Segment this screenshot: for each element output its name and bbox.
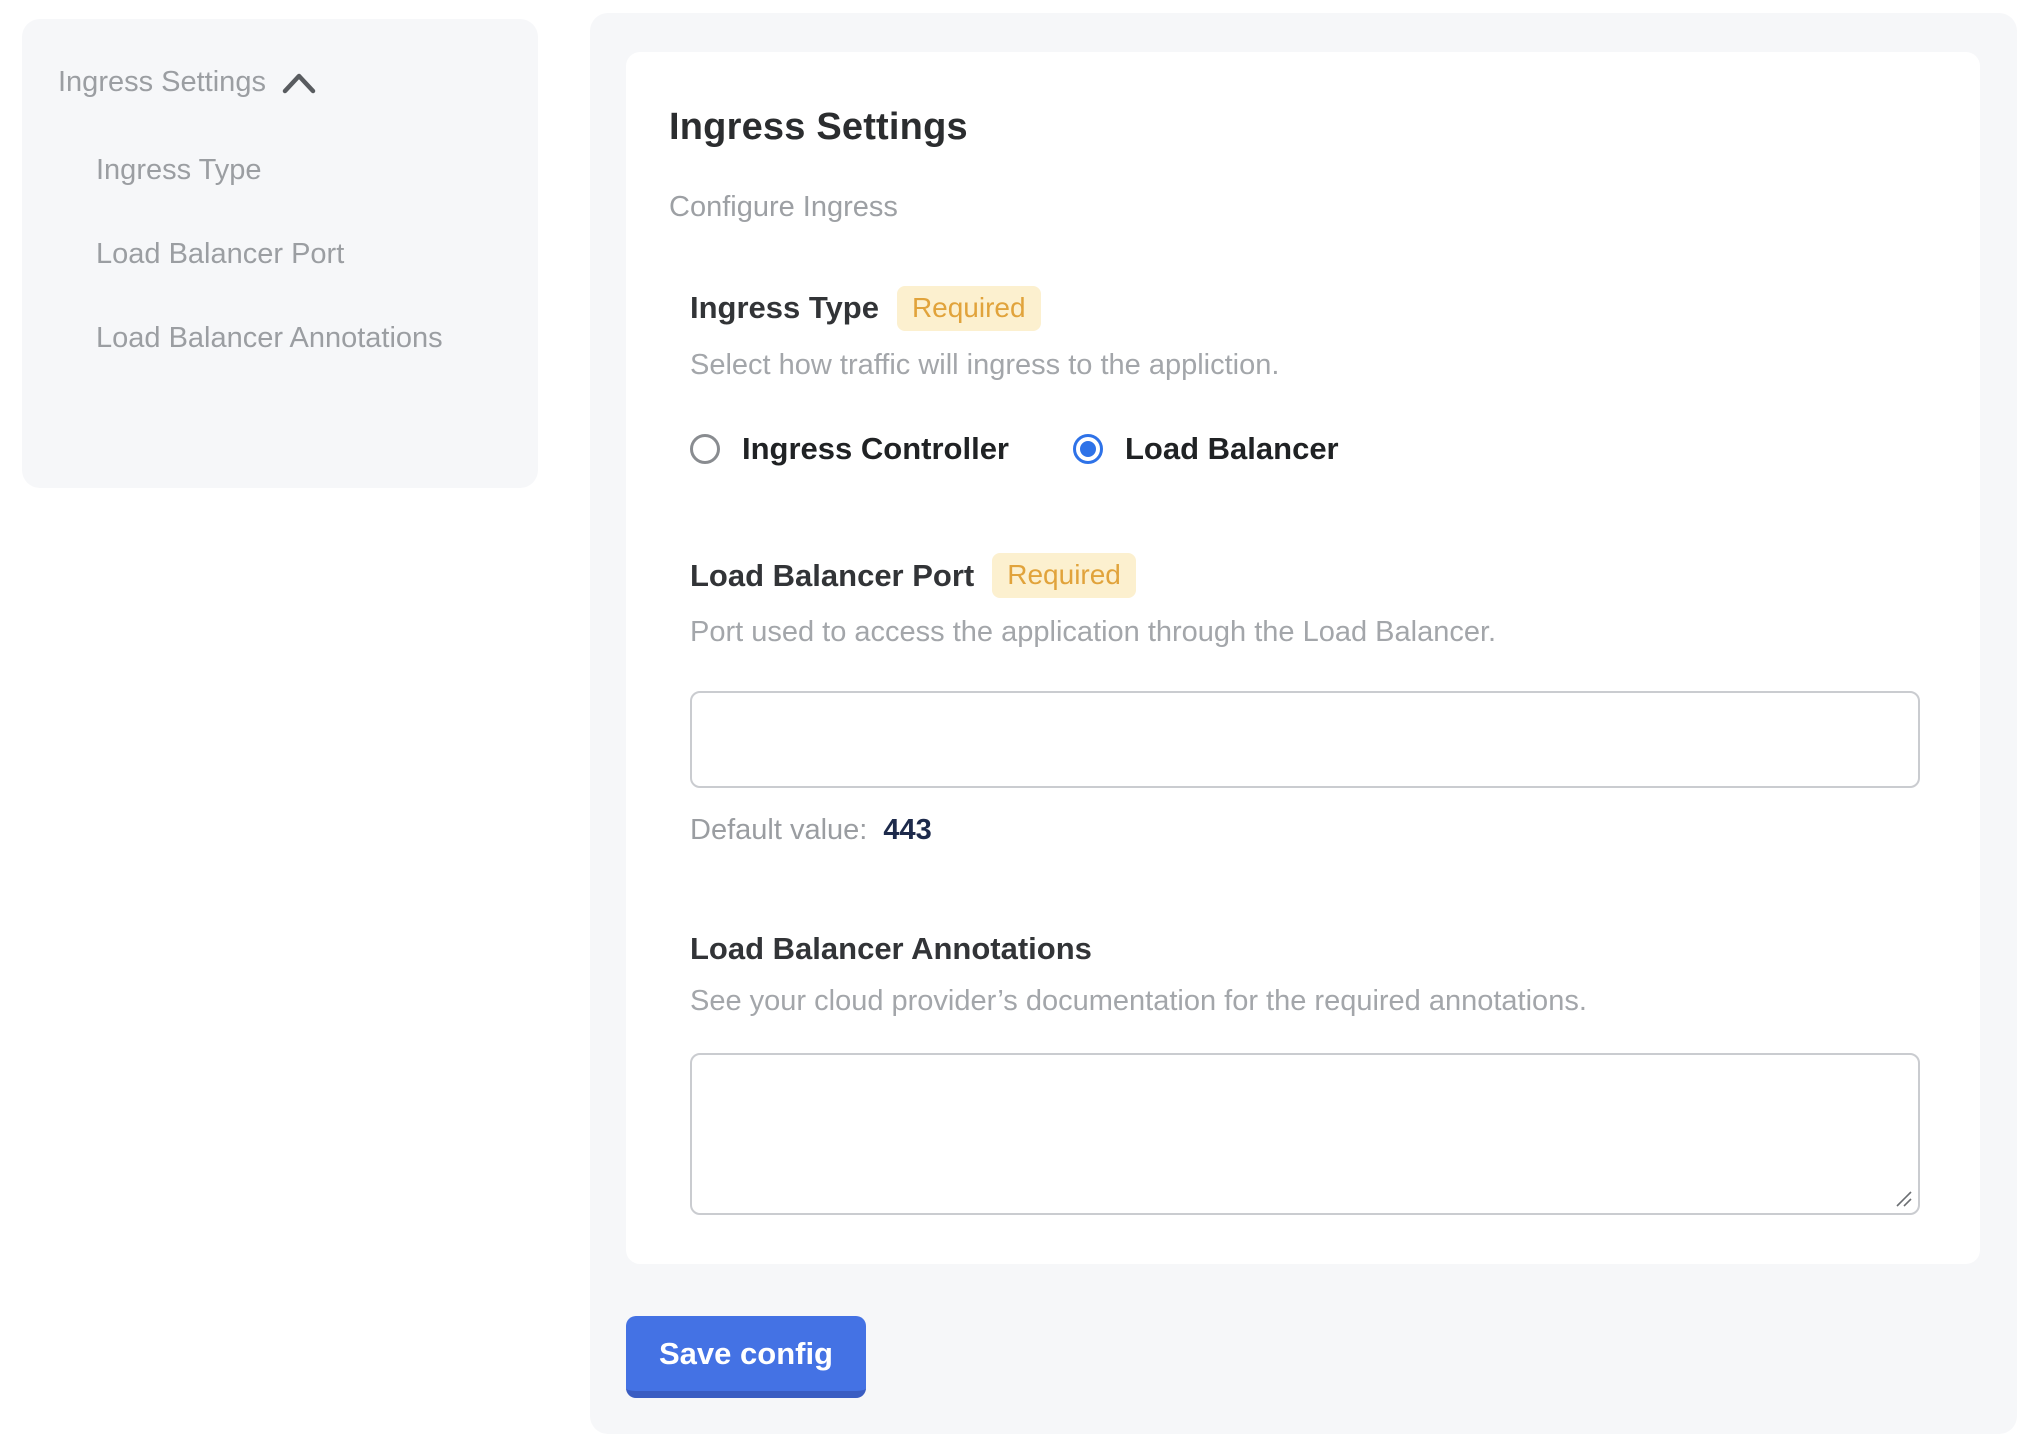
sidebar-item-ingress-type[interactable]: Ingress Type xyxy=(96,141,498,199)
section-load-balancer-annotations: Load Balancer Annotations See your cloud… xyxy=(690,931,1920,1216)
page: Ingress Settings Ingress Type Load Balan… xyxy=(0,0,2036,1452)
radio-label-load-balancer: Load Balancer xyxy=(1125,431,1339,467)
default-value-label: Default value: xyxy=(690,814,867,846)
radio-option-load-balancer[interactable]: Load Balancer xyxy=(1073,431,1339,467)
lb-annotations-description: See your cloud provider’s documentation … xyxy=(690,981,1920,1022)
main-panel: Ingress Settings Configure Ingress Ingre… xyxy=(590,13,2017,1434)
lb-port-default-row: Default value: 443 xyxy=(690,814,1920,847)
sidebar-group-ingress-settings[interactable]: Ingress Settings xyxy=(58,63,498,101)
lb-port-description: Port used to access the application thro… xyxy=(690,612,1920,653)
sidebar-item-load-balancer-port[interactable]: Load Balancer Port xyxy=(96,225,498,283)
radio-selected-icon[interactable] xyxy=(1073,434,1103,464)
ingress-type-label: Ingress Type xyxy=(690,290,879,326)
required-badge: Required xyxy=(897,286,1041,331)
sidebar-item-list: Ingress Type Load Balancer Port Load Bal… xyxy=(58,141,498,367)
radio-label-ingress-controller: Ingress Controller xyxy=(742,431,1009,467)
settings-sidebar: Ingress Settings Ingress Type Load Balan… xyxy=(22,19,538,488)
page-title: Ingress Settings xyxy=(669,106,1920,149)
lb-port-label: Load Balancer Port xyxy=(690,558,974,594)
required-badge: Required xyxy=(992,553,1136,598)
sidebar-group-label: Ingress Settings xyxy=(58,63,266,101)
lb-annotations-label: Load Balancer Annotations xyxy=(690,931,1092,967)
section-load-balancer-port: Load Balancer Port Required Port used to… xyxy=(690,553,1920,846)
page-subtitle: Configure Ingress xyxy=(669,191,1920,224)
section-ingress-type: Ingress Type Required Select how traffic… xyxy=(690,286,1920,467)
lb-annotations-textarea[interactable] xyxy=(690,1053,1920,1215)
ingress-type-description: Select how traffic will ingress to the a… xyxy=(690,345,1920,386)
chevron-up-icon xyxy=(282,72,316,94)
ingress-type-radio-group: Ingress Controller Load Balancer xyxy=(690,431,1920,467)
default-value: 443 xyxy=(883,814,931,846)
radio-option-ingress-controller[interactable]: Ingress Controller xyxy=(690,431,1009,467)
radio-unselected-icon[interactable] xyxy=(690,434,720,464)
ingress-settings-card: Ingress Settings Configure Ingress Ingre… xyxy=(626,52,1980,1264)
sidebar-item-load-balancer-annotations[interactable]: Load Balancer Annotations xyxy=(96,309,498,367)
save-config-button[interactable]: Save config xyxy=(626,1316,866,1398)
lb-port-input[interactable] xyxy=(690,691,1920,788)
